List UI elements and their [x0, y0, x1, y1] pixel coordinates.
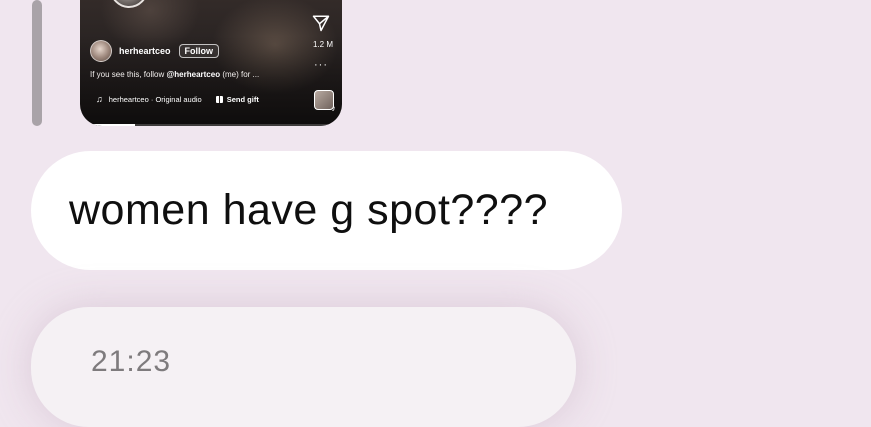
audio-thumbnail[interactable]: ♪	[314, 90, 337, 113]
audio-label[interactable]: herheartceo · Original audio	[109, 95, 202, 104]
message-bubble[interactable]: women have g spot????	[31, 151, 622, 270]
reel-progress-bar	[80, 124, 342, 126]
caption-mention[interactable]: @herheartceo	[166, 70, 220, 79]
shared-reel-card[interactable]: 1.2 M ··· herheartceo Follow If you see …	[80, 0, 342, 126]
reply-indicator-bar	[32, 0, 42, 126]
reel-top-avatar	[110, 0, 148, 8]
timestamp: 21:23	[91, 345, 172, 378]
message-text: women have g spot????	[69, 186, 549, 234]
reel-progress-fill	[80, 124, 136, 126]
time-card: 21:23	[31, 307, 576, 427]
reel-caption[interactable]: If you see this, follow @herheartceo (me…	[90, 70, 305, 79]
reel-user-row: herheartceo Follow	[90, 40, 220, 62]
audio-row[interactable]: ♫ herheartceo · Original audio Send gift	[96, 94, 259, 104]
reel-username[interactable]: herheartceo	[119, 46, 171, 56]
music-note-icon: ♪	[331, 103, 337, 113]
avatar[interactable]	[90, 40, 112, 62]
share-icon[interactable]	[312, 14, 330, 32]
share-count: 1.2 M	[312, 40, 333, 49]
caption-text: If you see this, follow	[90, 70, 167, 79]
caption-text-end: (me) for ...	[220, 70, 260, 79]
send-gift-button[interactable]: Send gift	[227, 95, 259, 104]
gift-icon	[215, 95, 223, 103]
music-note-icon: ♫	[96, 94, 103, 104]
follow-button[interactable]: Follow	[178, 44, 220, 58]
more-options-icon[interactable]: ···	[314, 60, 328, 71]
